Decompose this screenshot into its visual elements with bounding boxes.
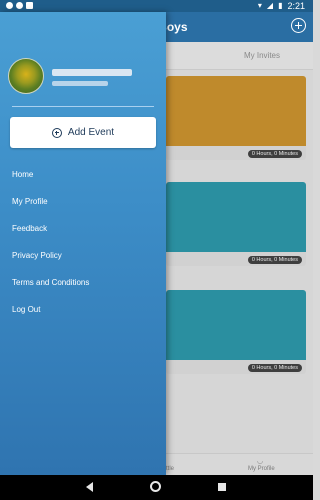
nav-drawer: Add Event Home My Profile Feedback Priva… bbox=[0, 12, 166, 475]
user-email-redacted bbox=[52, 81, 108, 86]
add-circle-icon bbox=[51, 127, 62, 138]
menu-item-home[interactable]: Home bbox=[12, 170, 33, 179]
divider bbox=[12, 106, 154, 107]
menu-item-log-out[interactable]: Log Out bbox=[12, 305, 40, 314]
notification-icon bbox=[26, 2, 33, 9]
menu-item-feedback[interactable]: Feedback bbox=[12, 224, 47, 233]
status-bar: ▾ ◢ ▮ 2:21 bbox=[0, 0, 313, 12]
event-card[interactable]: 0 Hours, 0 Minutes bbox=[166, 182, 306, 266]
back-icon[interactable] bbox=[86, 482, 93, 492]
menu-item-privacy-policy[interactable]: Privacy Policy bbox=[12, 251, 62, 260]
user-name-redacted bbox=[52, 69, 132, 76]
menu-item-my-profile[interactable]: My Profile bbox=[12, 197, 48, 206]
event-card[interactable]: 0 Hours, 0 Minutes bbox=[166, 76, 306, 160]
person-icon: ◡ bbox=[257, 458, 264, 465]
notification-icon bbox=[16, 2, 23, 9]
signal-icon: ◢ bbox=[266, 1, 274, 10]
duration-badge: 0 Hours, 0 Minutes bbox=[247, 364, 302, 372]
event-image bbox=[166, 182, 306, 252]
recent-apps-icon[interactable] bbox=[218, 483, 226, 491]
avatar[interactable] bbox=[8, 58, 44, 94]
home-icon[interactable] bbox=[150, 481, 161, 492]
bottom-nav-item-my-profile[interactable]: My Profile bbox=[248, 466, 275, 472]
bottom-nav-item-events[interactable]: ttle bbox=[166, 466, 174, 472]
menu-item-terms[interactable]: Terms and Conditions bbox=[12, 278, 89, 287]
add-circle-icon[interactable] bbox=[291, 18, 306, 33]
duration-badge: 0 Hours, 0 Minutes bbox=[247, 150, 302, 158]
duration-badge: 0 Hours, 0 Minutes bbox=[247, 256, 302, 264]
card-footer: 0 Hours, 0 Minutes bbox=[166, 252, 306, 266]
notification-icon bbox=[6, 2, 13, 9]
battery-icon: ▮ bbox=[278, 1, 283, 10]
card-footer: 0 Hours, 0 Minutes bbox=[166, 146, 306, 160]
event-card[interactable]: 0 Hours, 0 Minutes bbox=[166, 290, 306, 374]
system-nav-bar bbox=[0, 475, 313, 500]
wifi-icon: ▾ bbox=[257, 1, 262, 10]
event-image bbox=[166, 290, 306, 360]
tab-my-invites[interactable]: My Invites bbox=[244, 51, 280, 60]
card-footer: 0 Hours, 0 Minutes bbox=[166, 360, 306, 374]
add-event-button[interactable]: Add Event bbox=[10, 117, 156, 148]
event-image bbox=[166, 76, 306, 146]
add-event-label: Add Event bbox=[67, 127, 115, 138]
status-time: 2:21 bbox=[287, 1, 305, 11]
